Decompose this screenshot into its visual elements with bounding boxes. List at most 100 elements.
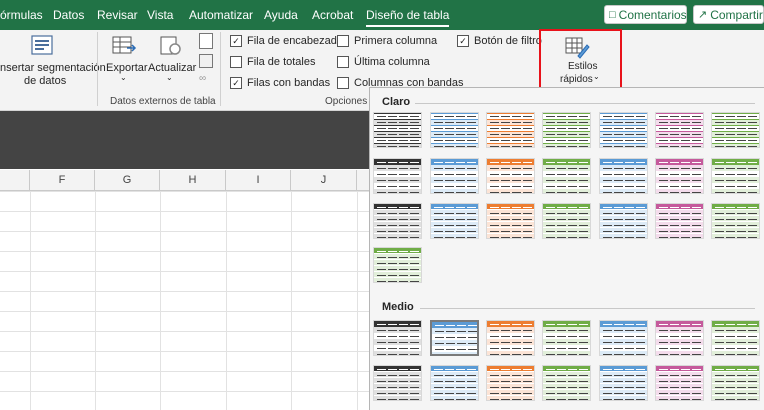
table-style-option[interactable] xyxy=(430,158,479,194)
column-header[interactable]: G xyxy=(95,170,160,190)
tab-data[interactable]: Datos xyxy=(53,8,84,22)
table-style-option[interactable] xyxy=(373,247,422,283)
tab-review[interactable]: Revisar xyxy=(97,8,138,22)
slicer-icon xyxy=(31,35,53,55)
table-style-option[interactable] xyxy=(542,320,591,356)
table-style-option[interactable] xyxy=(655,320,704,356)
checkbox-box: ✓ xyxy=(230,77,242,89)
share-label: Compartir xyxy=(710,7,763,22)
insert-slicer-label-1: nsertar segmentación xyxy=(0,62,106,74)
table-style-option[interactable] xyxy=(430,112,479,148)
table-style-option[interactable] xyxy=(373,158,422,194)
tab-acrobat[interactable]: Acrobat xyxy=(312,8,353,22)
tab-view[interactable]: Vista xyxy=(147,8,173,22)
column-header[interactable]: H xyxy=(160,170,226,190)
table-style-option[interactable] xyxy=(711,320,760,356)
export-button[interactable] xyxy=(111,34,137,58)
table-style-option[interactable] xyxy=(599,365,648,401)
properties-icon[interactable] xyxy=(199,33,213,49)
last-column-checkbox[interactable]: Última columna xyxy=(337,56,430,68)
table-style-option[interactable] xyxy=(599,112,648,148)
table-style-option[interactable] xyxy=(542,365,591,401)
table-style-option[interactable] xyxy=(655,365,704,401)
table-style-option[interactable] xyxy=(711,158,760,194)
comments-label: Comentarios xyxy=(618,7,687,22)
export-icon xyxy=(112,36,137,54)
medium-section-title: Medio xyxy=(382,301,414,313)
external-data-group-label: Datos externos de tabla xyxy=(110,96,216,107)
table-style-option[interactable] xyxy=(655,203,704,239)
unlink-icon[interactable]: ∞ xyxy=(199,74,211,84)
grid-line xyxy=(30,191,31,410)
table-style-option[interactable] xyxy=(486,112,535,148)
share-button[interactable]: ↗ Compartir xyxy=(693,5,764,24)
refresh-button[interactable] xyxy=(158,34,184,58)
table-style-option[interactable] xyxy=(599,158,648,194)
filter-button-checkbox[interactable]: ✓ Botón de filtro xyxy=(457,35,542,47)
comments-button[interactable]: □ Comentarios xyxy=(604,5,687,24)
table-style-option[interactable] xyxy=(711,203,760,239)
table-style-option[interactable] xyxy=(373,320,422,356)
worksheet-grid[interactable] xyxy=(0,191,370,410)
checkbox-label: Primera columna xyxy=(354,35,438,47)
header-row-checkbox[interactable]: ✓ Fila de encabezado xyxy=(230,35,343,47)
table-style-option[interactable] xyxy=(711,365,760,401)
table-style-option[interactable] xyxy=(430,365,479,401)
grid-line xyxy=(291,191,292,410)
checkbox-box xyxy=(337,77,349,89)
table-style-option[interactable] xyxy=(373,365,422,401)
table-style-option[interactable] xyxy=(430,320,479,356)
table-style-option[interactable] xyxy=(486,320,535,356)
grid-line xyxy=(226,191,227,410)
share-icon: ↗ xyxy=(698,9,708,21)
table-style-option[interactable] xyxy=(542,112,591,148)
table-style-option[interactable] xyxy=(655,112,704,148)
tab-table-design[interactable]: Diseño de tabla xyxy=(366,8,450,27)
column-header-partial[interactable] xyxy=(0,170,30,190)
refresh-icon xyxy=(160,36,181,55)
table-style-option[interactable] xyxy=(486,365,535,401)
checkbox-box xyxy=(337,35,349,47)
checkbox-label: Fila de totales xyxy=(247,56,316,68)
open-in-browser-icon[interactable] xyxy=(199,54,213,68)
insert-slicer-button[interactable] xyxy=(30,34,56,58)
table-style-option[interactable] xyxy=(655,158,704,194)
checkbox-box xyxy=(337,56,349,68)
table-style-option[interactable] xyxy=(373,112,422,148)
checkbox-label: Botón de filtro xyxy=(474,35,542,47)
table-style-option[interactable] xyxy=(542,158,591,194)
grid-line xyxy=(160,191,161,410)
light-section-title: Claro xyxy=(382,96,411,108)
export-chevron-icon[interactable]: ⌄ xyxy=(120,73,127,82)
tab-help[interactable]: Ayuda xyxy=(264,8,298,22)
checkbox-box xyxy=(230,56,242,68)
table-style-option[interactable] xyxy=(542,203,591,239)
refresh-chevron-icon[interactable]: ⌄ xyxy=(166,73,173,82)
table-style-option[interactable] xyxy=(599,320,648,356)
table-style-option[interactable] xyxy=(599,203,648,239)
tab-formulas[interactable]: órmulas xyxy=(0,8,43,22)
checkbox-box: ✓ xyxy=(457,35,469,47)
column-header[interactable]: J xyxy=(291,170,357,190)
table-style-option[interactable] xyxy=(373,203,422,239)
table-style-option[interactable] xyxy=(711,112,760,148)
table-style-option[interactable] xyxy=(486,203,535,239)
column-header[interactable]: F xyxy=(30,170,95,190)
ribbon-divider xyxy=(97,32,98,106)
options-group-label: Opciones xyxy=(325,96,368,107)
section-divider xyxy=(415,103,755,104)
column-header[interactable]: I xyxy=(226,170,291,190)
total-row-checkbox[interactable]: Fila de totales xyxy=(230,56,315,68)
checkbox-label: Última columna xyxy=(354,56,430,68)
checkbox-box: ✓ xyxy=(230,35,242,47)
first-column-checkbox[interactable]: Primera columna xyxy=(337,35,437,47)
formula-area xyxy=(0,111,370,169)
tab-automate[interactable]: Automatizar xyxy=(189,8,253,22)
ribbon-tab-bar: órmulas Datos Revisar Vista Automatizar … xyxy=(0,0,764,30)
grid-line xyxy=(357,191,358,410)
section-divider xyxy=(420,308,755,309)
insert-slicer-label-2: de datos xyxy=(24,75,67,87)
banded-rows-checkbox[interactable]: ✓ Filas con bandas xyxy=(230,77,330,89)
table-style-option[interactable] xyxy=(430,203,479,239)
table-style-option[interactable] xyxy=(486,158,535,194)
